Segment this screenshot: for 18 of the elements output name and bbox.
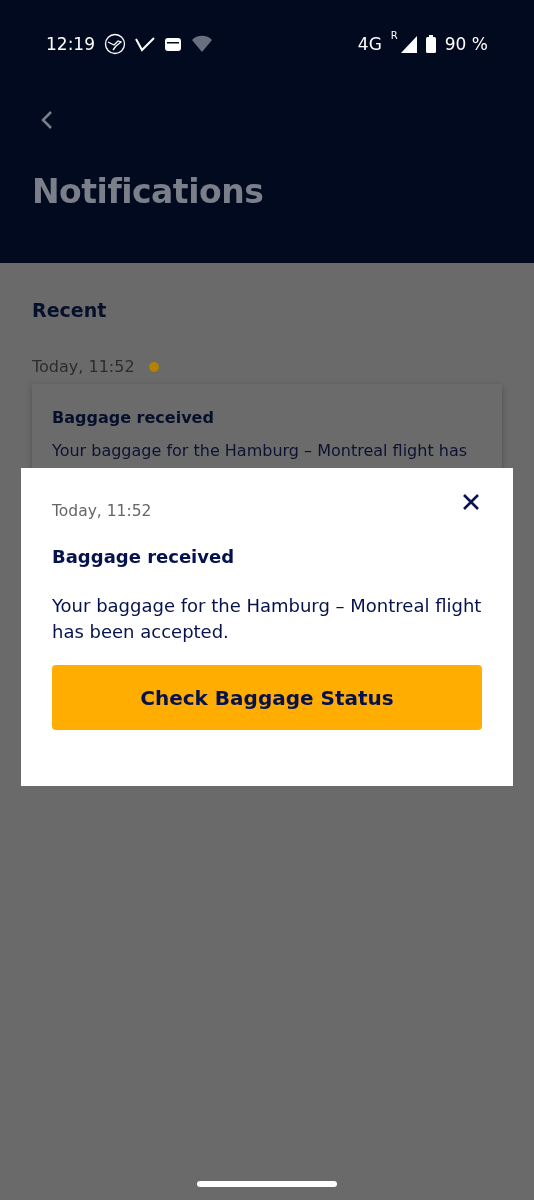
wallet-icon bbox=[164, 36, 182, 52]
roaming-indicator: R bbox=[390, 30, 398, 41]
network-type: 4G bbox=[357, 34, 382, 54]
check-status-button[interactable]: Check Baggage Status bbox=[52, 665, 482, 730]
battery-level: 90 % bbox=[444, 34, 488, 54]
signal-icon bbox=[400, 35, 417, 53]
notification-time: Today, 11:52 bbox=[32, 357, 135, 376]
status-time: 12:19 bbox=[46, 34, 95, 54]
page-title: Notifications bbox=[32, 172, 265, 211]
check-mark-icon bbox=[135, 35, 155, 53]
battery-icon bbox=[425, 35, 436, 53]
wifi-icon bbox=[191, 34, 213, 54]
dialog-time: Today, 11:52 bbox=[52, 502, 152, 520]
notification-title: Baggage received bbox=[52, 408, 215, 427]
notification-text: Your baggage for the Hamburg – Montreal flight has bbox=[52, 441, 469, 460]
dialog-title: Baggage received bbox=[52, 546, 236, 567]
section-title: Recent bbox=[32, 299, 108, 321]
dialog-text: Your baggage for the Hamburg – Montreal flight has been accepted. bbox=[52, 594, 482, 644]
